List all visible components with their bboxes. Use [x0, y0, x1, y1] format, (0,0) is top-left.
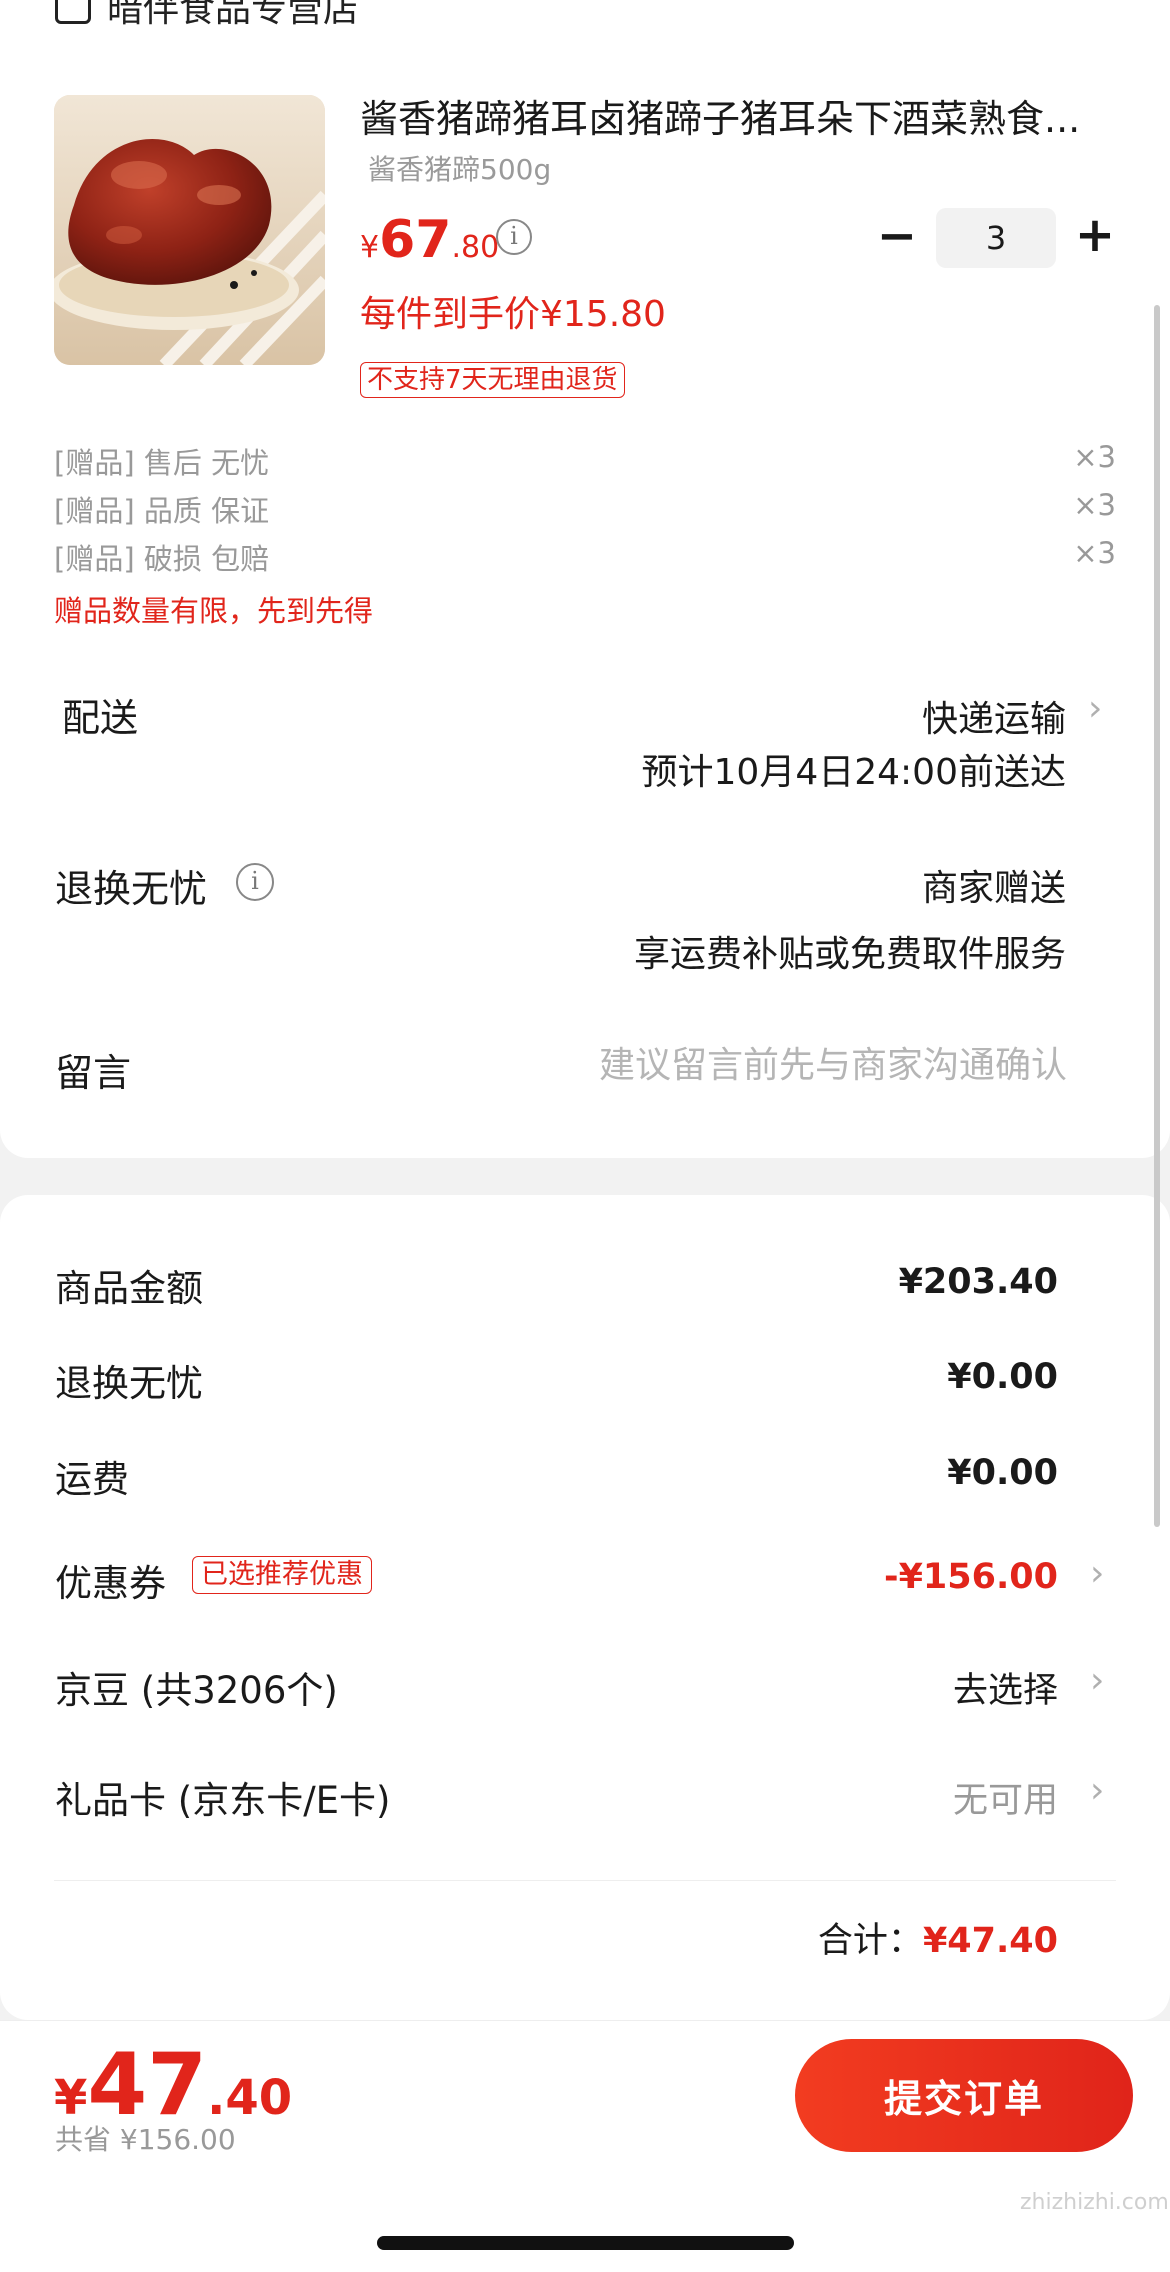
home-indicator[interactable] [377, 2236, 794, 2250]
goods-amount-value: ¥203.40 [898, 1262, 1058, 1302]
gift-card-label[interactable]: 礼品卡 (京东卡/E卡) [55, 1770, 390, 1824]
coupon-tag: 已选推荐优惠 [192, 1556, 372, 1594]
price-info-icon[interactable]: i [496, 219, 532, 255]
shop-header[interactable]: 暗伴食品专营店 [55, 0, 359, 32]
goods-amount-label: 商品金额 [55, 1267, 203, 1310]
price-decimal: .80 [451, 230, 500, 265]
order-item-card: 暗伴食品专营店 酱香猪蹄猪耳卤猪蹄子猪耳朵下酒菜熟食... 酱香猪蹄500g ¥… [0, 0, 1170, 1158]
chevron-right-icon[interactable]: › [1088, 688, 1102, 729]
scrollbar[interactable] [1154, 305, 1160, 1527]
watermark: zhizhizhi.com [1020, 2190, 1169, 2215]
pork-trotter-image [54, 95, 325, 365]
quantity-input[interactable]: 3 [936, 208, 1056, 268]
gift-item: [赠品] 售后 无忧 ×3 [54, 440, 1116, 482]
product-spec: 酱香猪蹄500g [368, 153, 552, 186]
shipping-method[interactable]: 快递运输 [922, 690, 1066, 742]
gift-qty: ×3 [1073, 440, 1116, 474]
unit-price: 每件到手价¥15.80 [360, 294, 666, 335]
shipping-eta: 预计10月4日24:00前送达 [641, 752, 1066, 793]
gift-label: [赠品] 售后 无忧 [54, 446, 270, 480]
message-input[interactable] [420, 1040, 1067, 1090]
return-policy-badge: 不支持7天无理由退货 [360, 362, 625, 398]
return-service-label: 退换无忧 [55, 867, 208, 911]
divider [54, 1880, 1116, 1881]
store-icon [55, 0, 91, 24]
coupon-label[interactable]: 优惠券 [55, 1553, 166, 1607]
jd-beans-label[interactable]: 京豆 (共3206个) [55, 1660, 338, 1714]
shop-name: 暗伴食品专营店 [107, 0, 360, 30]
price-integer: 67 [379, 210, 452, 270]
quantity-increase-button[interactable]: + [1070, 210, 1120, 260]
freight-value: ¥0.00 [947, 1453, 1058, 1493]
gift-card-value[interactable]: 无可用 [953, 1772, 1058, 1823]
price-summary-card [0, 1195, 1170, 2020]
gift-qty: ×3 [1073, 488, 1116, 522]
gift-label: [赠品] 破损 包赔 [54, 542, 270, 576]
return-fee-label: 退换无忧 [55, 1362, 203, 1405]
return-fee-value: ¥0.00 [947, 1357, 1058, 1397]
gift-note: 赠品数量有限，先到先得 [54, 594, 374, 628]
chevron-right-icon[interactable]: › [1090, 1660, 1104, 1701]
message-label: 留言 [55, 1051, 132, 1095]
return-service-value: 商家赠送 [921, 868, 1066, 909]
total-amount: ¥47.40 [922, 1921, 1058, 1961]
product-image[interactable] [54, 95, 325, 365]
freight-label: 运费 [55, 1458, 129, 1501]
saved-amount: 共省 ¥156.00 [55, 2123, 236, 2156]
chevron-right-icon[interactable]: › [1090, 1553, 1104, 1594]
submit-order-button[interactable]: 提交订单 [795, 2039, 1133, 2152]
product-title[interactable]: 酱香猪蹄猪耳卤猪蹄子猪耳朵下酒菜熟食... [360, 88, 1120, 143]
return-service-sub: 享运费补贴或免费取件服务 [633, 934, 1066, 975]
product-price: ¥67.80 [360, 210, 499, 270]
price-currency: ¥ [360, 230, 380, 265]
coupon-value[interactable]: -¥156.00 [884, 1557, 1058, 1597]
jd-beans-value[interactable]: 去选择 [953, 1662, 1058, 1713]
gift-qty: ×3 [1073, 536, 1116, 570]
shipping-label: 配送 [62, 696, 139, 740]
total-row: 合计：¥47.40 [818, 1912, 1058, 1963]
quantity-decrease-button[interactable]: − [872, 212, 922, 262]
gift-item: [赠品] 品质 保证 ×3 [54, 488, 1116, 530]
gift-item: [赠品] 破损 包赔 ×3 [54, 536, 1116, 578]
gift-label: [赠品] 品质 保证 [54, 494, 270, 528]
return-info-icon[interactable]: i [236, 863, 274, 901]
chevron-right-icon[interactable]: › [1090, 1770, 1104, 1811]
total-label: 合计： [817, 1921, 923, 1961]
home-indicator-area [0, 2170, 1170, 2272]
